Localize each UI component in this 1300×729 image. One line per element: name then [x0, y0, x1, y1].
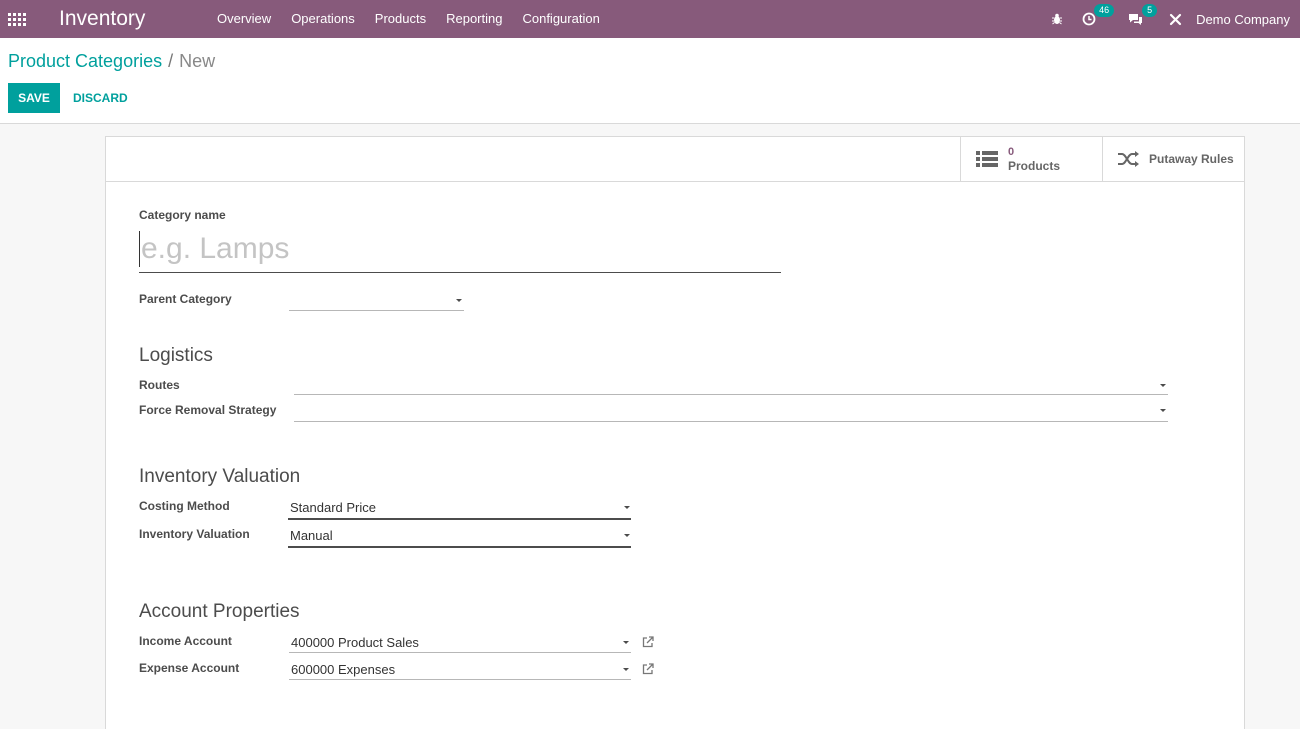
shuffle-icon: [1118, 151, 1139, 167]
inventory-valuation-label: Inventory Valuation: [139, 527, 250, 541]
costing-method-caret-icon: [624, 506, 630, 509]
expense-account-caret-icon: [623, 668, 629, 671]
menu-item-configuration[interactable]: Configuration: [512, 0, 609, 38]
text-cursor: [139, 231, 140, 267]
form-sheet: 0 Products Putaway Rules Category name P…: [105, 136, 1245, 729]
main-menu: Overview Operations Products Reporting C…: [207, 0, 610, 38]
chat-icon: [1128, 13, 1142, 25]
activity-button[interactable]: 46: [1070, 0, 1118, 38]
products-count: 0: [1008, 146, 1015, 158]
inventory-valuation-value: Manual: [290, 528, 333, 543]
debug-icon[interactable]: [1044, 0, 1070, 38]
clock-icon: [1082, 12, 1096, 26]
menu-item-products[interactable]: Products: [365, 0, 436, 38]
control-panel: Product Categories / New SAVE DISCARD: [0, 38, 1300, 124]
income-account-label: Income Account: [139, 634, 232, 648]
category-name-label: Category name: [139, 208, 226, 222]
messages-badge: 5: [1142, 4, 1158, 17]
parent-category-field[interactable]: [289, 289, 464, 311]
activity-badge: 46: [1094, 4, 1115, 17]
external-link-icon[interactable]: [642, 636, 654, 648]
income-account-caret-icon: [623, 641, 629, 644]
parent-category-label: Parent Category: [139, 292, 232, 306]
app-title[interactable]: Inventory: [59, 7, 207, 31]
removal-strategy-field[interactable]: [294, 401, 1168, 422]
breadcrumb: Product Categories / New: [8, 51, 215, 72]
company-switcher[interactable]: Demo Company: [1196, 12, 1290, 27]
menu-item-operations[interactable]: Operations: [281, 0, 365, 38]
smart-button-box: 0 Products Putaway Rules: [106, 137, 1244, 182]
costing-method-value: Standard Price: [290, 500, 376, 515]
removal-strategy-caret-icon: [1160, 409, 1166, 412]
discard-button[interactable]: DISCARD: [73, 83, 128, 113]
valuation-section-title: Inventory Valuation: [139, 466, 301, 487]
breadcrumb-current: New: [179, 51, 216, 71]
save-button[interactable]: SAVE: [8, 83, 60, 113]
inventory-valuation-caret-icon: [624, 534, 630, 537]
removal-strategy-label: Force Removal Strategy: [139, 403, 277, 417]
account-section-title: Account Properties: [139, 601, 300, 622]
routes-label: Routes: [139, 378, 180, 392]
list-icon: [976, 151, 998, 167]
category-name-input[interactable]: [139, 225, 781, 273]
apps-menu-icon[interactable]: [8, 12, 28, 26]
breadcrumb-separator: /: [168, 51, 174, 71]
menu-item-reporting[interactable]: Reporting: [436, 0, 512, 38]
products-stat-label: Products: [1008, 159, 1061, 173]
tools-icon[interactable]: [1164, 0, 1186, 38]
expense-account-value: 600000 Expenses: [291, 662, 396, 677]
routes-caret-icon: [1160, 384, 1166, 387]
products-stat-button[interactable]: 0 Products: [960, 137, 1102, 181]
top-navbar: Inventory Overview Operations Products R…: [0, 0, 1300, 38]
expense-account-label: Expense Account: [139, 661, 240, 675]
systray: 46 5 Demo Company: [1044, 0, 1300, 38]
messages-button[interactable]: 5: [1118, 0, 1164, 38]
breadcrumb-parent-link[interactable]: Product Categories: [8, 51, 162, 71]
routes-field[interactable]: [294, 375, 1168, 395]
costing-method-label: Costing Method: [139, 499, 230, 513]
putaway-rules-label: Putaway Rules: [1149, 152, 1234, 166]
logistics-section-title: Logistics: [139, 345, 213, 366]
income-account-value: 400000 Product Sales: [291, 635, 419, 650]
external-link-icon[interactable]: [642, 663, 654, 675]
inventory-valuation-select[interactable]: [288, 524, 631, 548]
putaway-rules-button[interactable]: Putaway Rules: [1102, 137, 1244, 181]
menu-item-overview[interactable]: Overview: [207, 0, 281, 38]
parent-category-caret-icon: [456, 299, 462, 302]
